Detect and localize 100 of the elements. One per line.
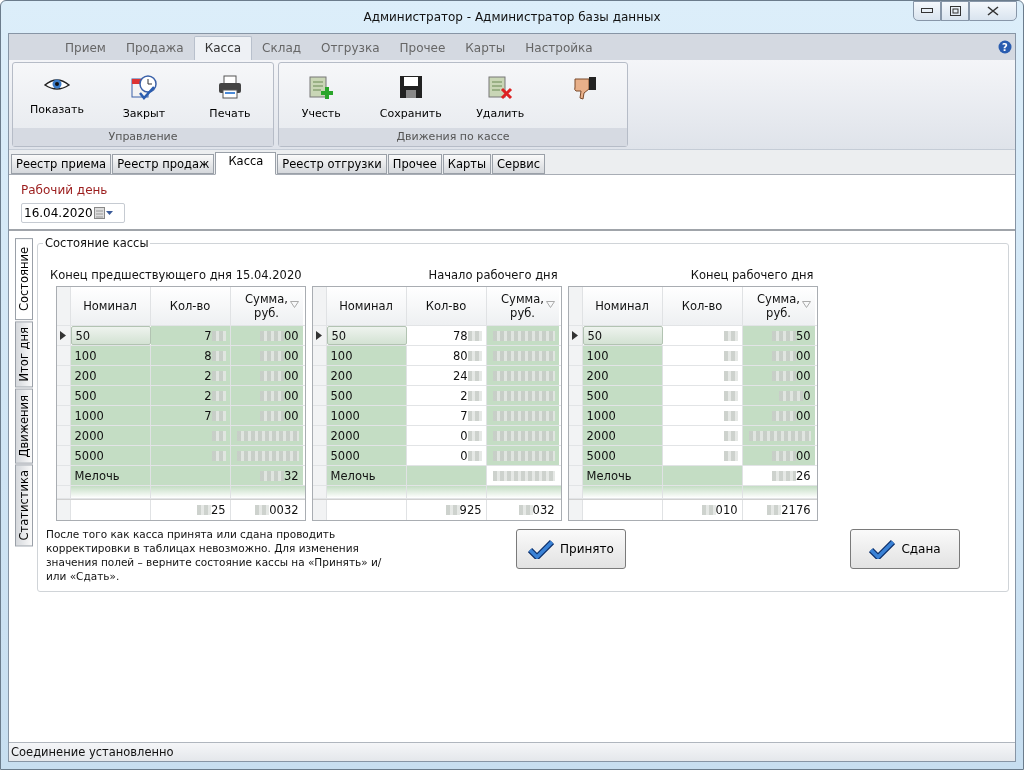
side-tab[interactable]: Движения [15, 388, 33, 464]
table-cell: Мелочь [326, 466, 407, 485]
document-tab[interactable]: Реестр приема [11, 154, 112, 174]
column-header[interactable]: Кол-во [406, 287, 487, 325]
sort-icon [801, 301, 811, 308]
ribbon-tab[interactable]: Склад [252, 37, 312, 60]
document-tab[interactable]: Реестр отгрузки [277, 154, 387, 174]
table-cell: 500 [70, 386, 151, 405]
document-tab[interactable]: Прочее [387, 154, 442, 174]
table-cell: 2 [150, 386, 231, 405]
document-tab[interactable]: Сервис [492, 154, 546, 174]
group-title: Управление [13, 128, 273, 146]
table-cell: 7 [406, 406, 487, 425]
column-header[interactable]: Кол-во [662, 287, 743, 325]
table-cell: 500 [326, 386, 407, 405]
table-cell: 200 [326, 366, 407, 385]
ribbon-button[interactable]: Печать [199, 71, 260, 122]
table-cell: 50 [326, 326, 407, 345]
calendar-clock-icon [129, 73, 158, 101]
ribbon-button[interactable]: Учесть [291, 71, 352, 122]
table-cell: 0 [742, 386, 815, 405]
table-cell: 00 [742, 406, 815, 425]
side-tab[interactable]: Итог дня [15, 321, 33, 388]
column-header[interactable]: Номинал [70, 287, 151, 325]
close-button[interactable] [969, 1, 1017, 21]
total-cell: 925 [406, 500, 487, 520]
side-tab[interactable]: Статистика [15, 464, 33, 547]
table-cell: 5000 [326, 446, 407, 465]
table-cell: 50 [582, 326, 663, 345]
group-box-title: Состояние кассы [43, 236, 151, 250]
accept-button[interactable]: Принято [516, 529, 626, 569]
table-title: Начало рабочего дня [428, 268, 559, 282]
table-cell: 100 [582, 346, 663, 365]
total-cell: 25 [150, 500, 231, 520]
table-cell: 00 [230, 326, 303, 345]
sort-icon [545, 301, 555, 308]
table-cell: 50 [70, 326, 151, 345]
table-cell: 5000 [70, 446, 151, 465]
column-header[interactable]: Номинал [326, 287, 407, 325]
table-cell: 00 [742, 366, 815, 385]
table-cell: 100 [70, 346, 151, 365]
table-cell: 7 [150, 406, 231, 425]
document-tab[interactable]: Касса [215, 152, 277, 175]
side-tab[interactable]: Состояние [15, 238, 33, 321]
table-cell: 00 [230, 366, 303, 385]
checkmark-icon [528, 539, 555, 559]
ribbon-button[interactable]: Сохранить [375, 71, 446, 122]
ribbon-tab[interactable]: Прием [55, 37, 116, 60]
table-title: Конец предшествующего дня 15.04.2020 [49, 268, 303, 282]
table-cell: 5000 [582, 446, 663, 465]
minimize-button[interactable] [913, 1, 941, 21]
table-cell: 500 [582, 386, 663, 405]
table-cell: 00 [742, 446, 815, 465]
row-pointer-icon [59, 331, 66, 340]
ribbon-tab[interactable]: Продажа [115, 37, 194, 60]
ribbon-tab[interactable]: Отгрузка [311, 37, 390, 60]
table-cell: 2000 [326, 426, 407, 445]
ribbon-button[interactable]: Удалить [470, 71, 531, 122]
date-input[interactable]: 16.04.2020 [24, 206, 94, 220]
ribbon-tab[interactable]: Карты [455, 37, 516, 60]
sort-icon [289, 301, 299, 308]
table-cell: 8 [150, 346, 231, 365]
table-cell: 00 [742, 346, 815, 365]
ribbon-tab[interactable]: Настройка [515, 37, 603, 60]
row-indicator-cell [56, 500, 71, 520]
table-cell: 78 [406, 326, 487, 345]
table-cell: 0 [406, 426, 487, 445]
column-header[interactable]: Номинал [582, 287, 663, 325]
total-cell: 2176 [742, 500, 815, 520]
ribbon-tab[interactable]: Касса [193, 36, 253, 60]
handed-over-button[interactable]: Сдана [850, 529, 960, 569]
status-text: Соединение установленно [11, 745, 174, 759]
table-cell: 2000 [70, 426, 151, 445]
ribbon-tab[interactable]: Прочее [389, 37, 456, 60]
table-cell: Мелочь [70, 466, 151, 485]
table-cell: 50 [742, 326, 815, 345]
table-cell: 2 [150, 366, 231, 385]
table-cell: 26 [742, 466, 815, 485]
row-indicator-cell [568, 500, 583, 520]
document-tab[interactable]: Реестр продаж [112, 154, 215, 174]
table-cell: 2000 [582, 426, 663, 445]
table-cell: 200 [70, 366, 151, 385]
close-icon [987, 6, 999, 16]
document-tab[interactable]: Карты [442, 154, 492, 174]
checkmark-icon [869, 539, 896, 559]
table-cell: 24 [406, 366, 487, 385]
table-title: Конец рабочего дня [690, 268, 815, 282]
table-cell: 1000 [582, 406, 663, 425]
table-cell: 32 [230, 466, 303, 485]
date-picker[interactable]: 16.04.2020 [21, 203, 125, 223]
table-cell: 00 [230, 346, 303, 365]
row-indicator-cell [312, 500, 327, 520]
group-title: Движения по кассе [279, 128, 627, 146]
ribbon-button[interactable]: Закрыт [113, 71, 174, 122]
table-cell: Мелочь [582, 466, 663, 485]
maximize-button[interactable] [941, 1, 969, 21]
column-header[interactable]: Кол-во [150, 287, 231, 325]
maximize-icon [949, 6, 961, 16]
help-icon[interactable]: ? [998, 40, 1012, 54]
ribbon-button[interactable]: Показать [26, 71, 88, 118]
